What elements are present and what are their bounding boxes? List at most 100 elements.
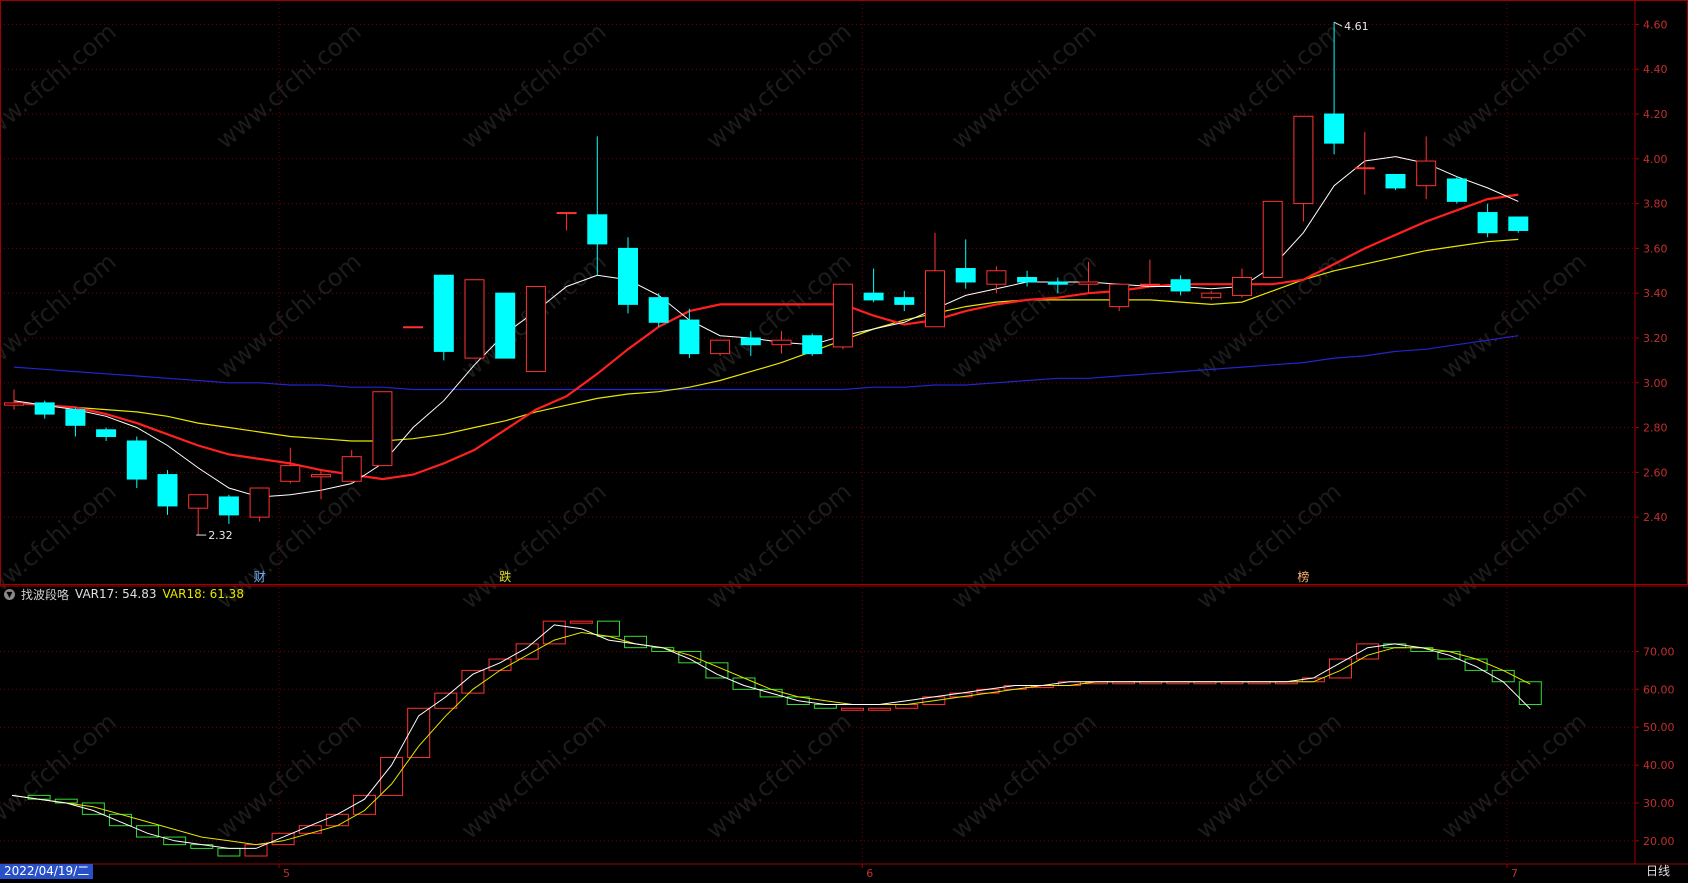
candle (1109, 283, 1130, 312)
candle (433, 274, 454, 361)
watermark-text: www.cfchi.com (701, 17, 857, 154)
osc-box (1464, 658, 1488, 671)
indicator-header: ▼ 找波段咯 VAR17: 54.83 VAR18: 61.38 (4, 586, 244, 602)
candle-body (433, 274, 454, 352)
candle (403, 326, 424, 329)
watermark-text: www.cfchi.com (456, 477, 612, 614)
candle-body (341, 456, 362, 482)
price-tick-label: 4.20 (1643, 108, 1668, 121)
candle-body (1262, 200, 1283, 279)
candle-body (403, 326, 424, 329)
candle-body (832, 283, 853, 348)
candle (1446, 176, 1467, 204)
var17-value: VAR17: 54.83 (75, 587, 157, 601)
watermark-text: www.cfchi.com (946, 17, 1102, 154)
candle-body (96, 429, 117, 438)
candle (34, 400, 55, 419)
month-label: 7 (1511, 867, 1518, 879)
osc-box (380, 757, 404, 796)
var18-value: VAR18: 61.38 (162, 587, 244, 601)
candle (556, 212, 577, 231)
indicator-settings-icon[interactable]: ▼ (4, 588, 15, 600)
osc-tick-label: 20.00 (1643, 835, 1675, 848)
candle-body (1201, 292, 1222, 299)
candle (218, 494, 239, 524)
candle-body (740, 337, 761, 346)
candle-body (249, 487, 270, 518)
candle (4, 389, 24, 410)
watermark-text: www.cfchi.com (946, 707, 1102, 844)
candle (894, 290, 915, 312)
candle (618, 237, 638, 314)
candle (464, 279, 485, 359)
watermark-text: www.cfchi.com (0, 17, 122, 154)
candle (1477, 203, 1498, 238)
candle (280, 447, 301, 484)
osc-box (569, 620, 593, 624)
candle (341, 449, 362, 484)
candle-body (955, 268, 976, 283)
osc-box (1383, 643, 1407, 649)
osc-tick-label: 60.00 (1643, 683, 1675, 696)
candle-body (1170, 279, 1191, 292)
watermark-text: www.cfchi.com (211, 17, 367, 154)
osc-box (325, 813, 349, 827)
candle-body (618, 247, 638, 305)
osc-tick-label: 70.00 (1643, 645, 1675, 658)
candle (1201, 290, 1222, 300)
price-tick-label: 4.00 (1643, 153, 1668, 166)
period-label[interactable]: 日线 (1646, 864, 1670, 879)
candle-body (525, 285, 546, 373)
price-tick-label: 3.60 (1643, 242, 1668, 255)
candle-body (464, 279, 485, 359)
candle (65, 407, 86, 437)
candle (925, 232, 945, 328)
candle (188, 494, 209, 536)
candle-body (218, 496, 239, 516)
candle (249, 487, 270, 522)
watermark-text: www.cfchi.com (1436, 707, 1592, 844)
osc-box (217, 847, 241, 857)
osc-box (434, 692, 458, 709)
price-tick-label: 3.20 (1643, 332, 1668, 345)
candle (1416, 136, 1437, 200)
candle-body (587, 214, 608, 245)
candle-body (1385, 173, 1406, 189)
candle (1354, 131, 1375, 195)
osc-box (840, 707, 864, 711)
candle-body (1324, 113, 1345, 144)
chart-canvas[interactable]: www.cfchi.com www.cfchi.com www.cfchi.com w… (0, 0, 1688, 880)
candle-body (311, 474, 331, 478)
candle-body (802, 335, 823, 355)
osc-box (1329, 658, 1353, 679)
candle (986, 266, 1007, 294)
watermark-text: www.cfchi.com (1436, 477, 1592, 614)
candle-body (556, 212, 577, 215)
candle-body (1446, 178, 1467, 202)
candle-body (1109, 283, 1130, 308)
candle (1293, 115, 1314, 222)
candle (495, 292, 516, 359)
candle (1017, 270, 1038, 287)
osc-box (244, 844, 268, 857)
candle (648, 293, 669, 327)
candle-body (1293, 115, 1314, 205)
candle-body (4, 402, 24, 406)
month-label: 5 (283, 867, 290, 879)
osc-box (1491, 669, 1515, 683)
candle (710, 339, 731, 356)
watermark-text: www.cfchi.com (456, 17, 612, 154)
candle-body (372, 391, 393, 467)
osc-box (488, 658, 512, 671)
candle-body (894, 297, 915, 305)
candle (525, 285, 546, 373)
candle-body (1416, 160, 1437, 187)
watermark-text: www.cfchi.com (1191, 707, 1347, 844)
osc-tick-label: 30.00 (1643, 797, 1675, 810)
osc-box (1057, 681, 1081, 687)
watermark-text: www.cfchi.com (701, 707, 857, 844)
price-tick-label: 3.80 (1643, 198, 1668, 211)
event-marker: 跌 (499, 569, 511, 584)
candle-body (34, 402, 55, 415)
candle-body (1508, 216, 1529, 231)
